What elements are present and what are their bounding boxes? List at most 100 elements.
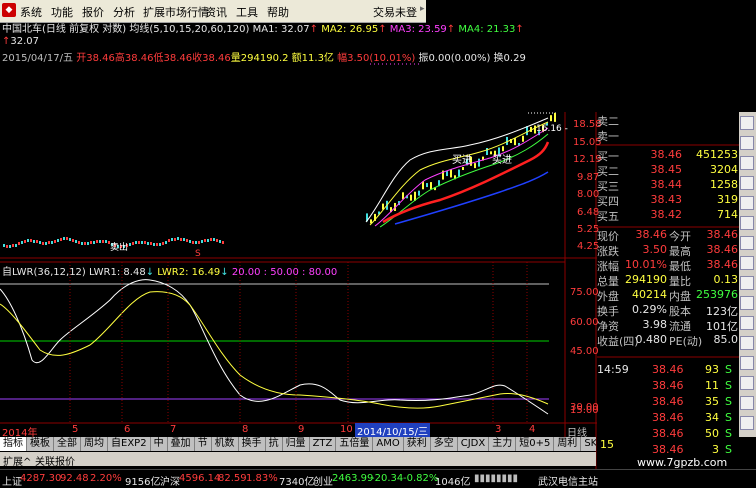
toolbar-icon-5[interactable]: [740, 196, 754, 210]
candle: [222, 241, 224, 244]
toolbar-icon-14[interactable]: [740, 376, 754, 390]
candle: [159, 243, 161, 246]
trade-volume: 35: [705, 395, 719, 408]
indicator-tab[interactable]: AMO: [373, 437, 404, 451]
bid-row[interactable]: 买五 38.42 714: [597, 207, 738, 223]
date-tick: 8: [242, 424, 249, 435]
toolbar-icon-10[interactable]: [740, 296, 754, 310]
stat-row: 净资 3.98 流通 101亿: [597, 317, 738, 333]
stat-row: 收益(四) 0.480 PE(动) 85.0: [597, 332, 739, 348]
ext-toggle[interactable]: 扩展^: [3, 453, 31, 468]
stat-value: 0.29%: [632, 303, 667, 316]
toolbar-icon-2[interactable]: [740, 136, 754, 150]
toolbar-icon-6[interactable]: [740, 216, 754, 230]
indicator-tab[interactable]: ZTZ: [310, 437, 337, 451]
candle: [105, 240, 107, 243]
candle: [219, 240, 221, 243]
bid-label: 买五: [597, 210, 619, 223]
stat-value: 85.0: [713, 333, 739, 346]
bid-row[interactable]: 买四 38.43 319: [597, 192, 738, 208]
sh-pct: 2.20%: [90, 473, 122, 484]
candle: [526, 126, 528, 136]
ask-row[interactable]: 卖二: [597, 112, 738, 128]
trade-flag: S: [725, 395, 732, 408]
candle: [144, 241, 146, 244]
candle: [87, 242, 89, 245]
price-tick: 4.25: [577, 241, 600, 252]
bid-row[interactable]: 买三 38.44 1258: [597, 177, 738, 193]
candle: [180, 238, 182, 241]
sell-signal: 卖出: [110, 241, 128, 253]
trade-volume: 11: [705, 379, 719, 392]
toolbar-icon-8[interactable]: [740, 256, 754, 270]
indicator-tab[interactable]: 获利: [404, 437, 431, 451]
indicator-tab[interactable]: 五倍量: [336, 437, 374, 451]
sh-label[interactable]: 上证: [2, 473, 22, 488]
bid-row[interactable]: 买二 38.45 3204: [597, 162, 738, 178]
indicator-tab[interactable]: 指标: [0, 437, 27, 451]
candle: [430, 182, 432, 190]
trade-price: 38.46: [652, 363, 684, 376]
indicator-tab[interactable]: 抗: [266, 437, 283, 451]
ask-row[interactable]: 卖一: [597, 127, 738, 143]
toolbar-icon-1[interactable]: [740, 116, 754, 130]
cy-label[interactable]: 创业: [313, 473, 333, 488]
indicator-tab[interactable]: 叠加: [168, 437, 195, 451]
trade-price: 38.46: [652, 379, 684, 392]
indicator-tab[interactable]: 机数: [212, 437, 239, 451]
trade-row: 38.46 11 S: [597, 378, 738, 394]
trade-count: 15: [600, 438, 614, 451]
candle: [135, 241, 137, 244]
trade-flag: S: [725, 427, 732, 440]
indicator-tab[interactable]: 短0+5: [516, 437, 555, 451]
server-name[interactable]: 武汉电信主站: [538, 473, 598, 488]
toolbar-icon-15[interactable]: [740, 396, 754, 410]
date-cursor-label: 2014/10/15/三: [355, 423, 431, 438]
s-marker: S: [195, 249, 201, 259]
toolbar-icon-9[interactable]: [740, 276, 754, 290]
candle: [39, 241, 41, 244]
bid-row[interactable]: 买一 38.46 451253: [597, 147, 738, 163]
indicator-tab[interactable]: 归量: [283, 437, 310, 451]
subchart-legend: 自LWR(36,12,12) LWR1: 8.48↓ LWR2: 16.49↓ …: [2, 267, 338, 278]
toolbar-icon-16[interactable]: [740, 416, 754, 430]
toolbar-icon-11[interactable]: [740, 316, 754, 330]
indicator-tab[interactable]: 中: [151, 437, 168, 451]
indicator-tab[interactable]: 全部: [54, 437, 81, 451]
trade-price: 38.46: [652, 427, 684, 440]
related-quote-tab[interactable]: 关联报价: [35, 453, 75, 468]
candle: [153, 243, 155, 246]
candle: [57, 239, 59, 242]
lwr-tick: 45.00: [570, 346, 599, 357]
candle: [210, 238, 212, 241]
candle: [458, 169, 460, 177]
lwr1-line: [0, 279, 549, 415]
candle: [156, 243, 158, 246]
indicator-tab[interactable]: SKDJ: [581, 437, 596, 451]
buy-signal-2: 买进: [492, 154, 512, 166]
toolbar-icon-12[interactable]: [740, 336, 754, 350]
candle: [207, 239, 209, 242]
trade-row: 38.46 34 S: [597, 410, 738, 426]
hs-label[interactable]: 沪深: [160, 473, 180, 488]
indicator-tab[interactable]: CJDX: [458, 437, 490, 451]
indicator-tab[interactable]: 周利: [554, 437, 582, 451]
date-tick: 7: [170, 424, 177, 435]
indicator-tab[interactable]: 多空: [431, 437, 458, 451]
toolbar-icon-7[interactable]: [740, 236, 754, 250]
lwr-tick: 60.00: [570, 317, 599, 328]
indicator-tab[interactable]: 模板: [27, 437, 54, 451]
toolbar-icon-4[interactable]: [740, 176, 754, 190]
lwr-name[interactable]: 自LWR(36,12,12): [2, 267, 86, 278]
indicator-tab[interactable]: 周均: [81, 437, 108, 451]
indicator-tab[interactable]: 节: [195, 437, 212, 451]
candle: [402, 192, 404, 200]
candle: [36, 240, 38, 243]
toolbar-icon-13[interactable]: [740, 356, 754, 370]
stat-row: 总量 294190 量比 0.13: [597, 272, 738, 288]
indicator-tab[interactable]: 自EXP2: [108, 437, 151, 451]
toolbar-icon-3[interactable]: [740, 156, 754, 170]
indicator-tab[interactable]: 主力: [489, 437, 517, 451]
indicator-tab[interactable]: 换手: [239, 437, 266, 451]
candle: [81, 242, 83, 245]
